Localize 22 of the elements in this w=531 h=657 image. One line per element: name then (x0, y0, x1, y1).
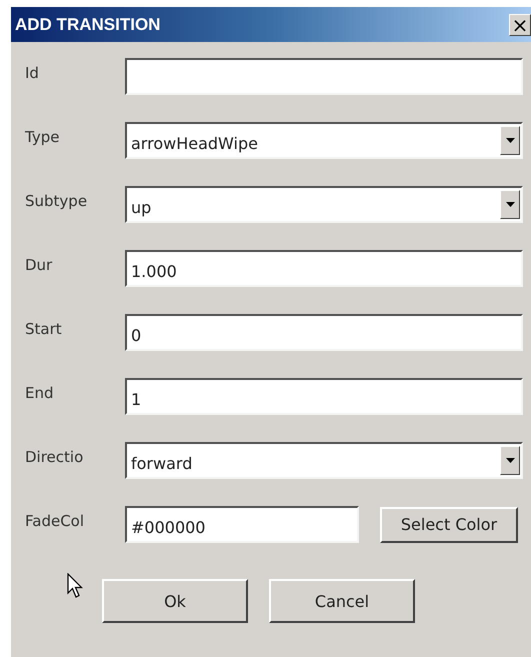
input-field[interactable]: #000000 (125, 506, 359, 543)
field-label: Id (25, 64, 40, 82)
close-button[interactable]: × (509, 14, 531, 36)
field-label: Type (25, 128, 60, 146)
field-label: Directio (25, 448, 84, 466)
ok-button[interactable]: Ok (102, 579, 248, 623)
field-label: Start (25, 320, 63, 338)
dropdown[interactable]: forward (125, 442, 523, 479)
field-label: FadeCol (25, 512, 86, 530)
dropdown[interactable]: up (125, 186, 523, 223)
input-field[interactable]: 1.000 (125, 250, 523, 287)
cursor-icon (67, 573, 83, 599)
dropdown[interactable]: arrowHeadWipe (125, 122, 523, 159)
cancel-button[interactable]: Cancel (269, 579, 415, 623)
window-title: ADD TRANSITION (14, 14, 160, 34)
field-label: Subtype (25, 192, 88, 210)
field-label: Dur (25, 256, 54, 274)
input-field[interactable]: 1 (125, 378, 523, 415)
input-field[interactable]: 0 (125, 314, 523, 351)
input-field[interactable] (125, 58, 523, 95)
select-color-button[interactable]: Select Color (380, 506, 518, 542)
field-label: End (25, 384, 55, 402)
